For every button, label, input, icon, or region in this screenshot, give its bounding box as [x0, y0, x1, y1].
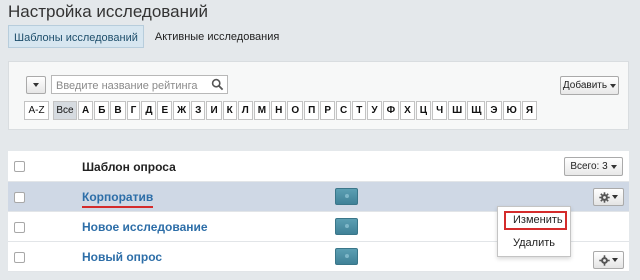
letter-button[interactable]: Щ — [467, 101, 486, 120]
letter-button[interactable]: Г — [126, 101, 141, 120]
letter-button[interactable]: П — [304, 101, 320, 120]
survey-name-link[interactable]: Корпоратив — [82, 190, 154, 208]
letter-button[interactable]: Ж — [173, 101, 191, 120]
search-input[interactable] — [52, 77, 207, 95]
row-action-button[interactable] — [335, 248, 358, 265]
letter-button[interactable]: Я — [521, 101, 538, 120]
row-settings-button[interactable] — [593, 251, 624, 269]
letter-button[interactable]: Ц — [415, 101, 432, 120]
chevron-down-icon — [610, 164, 617, 169]
letter-button[interactable]: С — [335, 101, 352, 120]
filter-dropdown-button[interactable] — [26, 76, 46, 94]
filter-panel: Добавить A-ZВсеАБВГДЕЖЗИКЛМНОПРСТУФХЦЧШЩ… — [8, 61, 629, 130]
menu-item-delete[interactable]: Удалить — [513, 237, 555, 249]
chevron-down-icon — [610, 83, 617, 88]
letter-all-button[interactable]: Все — [53, 101, 77, 120]
letter-button[interactable]: О — [287, 101, 304, 120]
chevron-down-icon — [612, 258, 618, 262]
letter-button[interactable]: В — [110, 101, 126, 120]
letter-button[interactable]: Ю — [502, 101, 521, 120]
letter-button[interactable]: К — [222, 101, 237, 120]
letter-button[interactable]: Е — [157, 101, 173, 120]
letter-button[interactable]: Х — [400, 101, 415, 120]
row-checkbox[interactable] — [14, 222, 25, 233]
total-count-label: Всего: 3 — [570, 161, 608, 172]
survey-name-link[interactable]: Новое исследование — [82, 220, 208, 234]
letter-button[interactable]: Ш — [448, 101, 467, 120]
table-header-row: Шаблон опроса Всего: 3 — [8, 151, 629, 182]
chevron-down-icon — [33, 83, 39, 87]
tab-templates[interactable]: Шаблоны исследований — [8, 25, 144, 48]
chevron-down-icon — [612, 195, 618, 199]
gear-icon — [599, 254, 610, 266]
row-action-button[interactable] — [335, 218, 358, 235]
sort-az-button[interactable]: A-Z — [24, 101, 49, 120]
letter-button[interactable]: Б — [94, 101, 110, 120]
letter-button[interactable]: М — [253, 101, 271, 120]
letter-button[interactable]: Ф — [382, 101, 400, 120]
letter-button[interactable]: Л — [237, 101, 253, 120]
page-title: Настройка исследований — [8, 2, 208, 21]
alphabet-filter: A-Z Все А Б В Г Д Е Ж З И К Л М Н О П Р С Т У Ф Х Ц Ч Ш Щ Э Ю Я — [24, 101, 538, 120]
add-button-label: Добавить — [562, 80, 608, 91]
letter-button[interactable]: Д — [141, 101, 157, 120]
row-action-button[interactable] — [335, 188, 358, 205]
row-settings-button[interactable] — [593, 188, 624, 206]
menu-item-edit[interactable]: Изменить — [504, 211, 567, 230]
gear-icon — [599, 191, 610, 203]
row-checkbox[interactable] — [14, 252, 25, 263]
letter-button[interactable]: Ч — [432, 101, 448, 120]
tab-bar: Шаблоны исследований Активные исследован… — [8, 25, 284, 48]
total-count-button[interactable]: Всего: 3 — [564, 157, 623, 176]
letter-button[interactable]: Т — [352, 101, 367, 120]
search-icon[interactable] — [211, 78, 224, 91]
survey-name-link[interactable]: Новый опрос — [82, 250, 162, 264]
row-checkbox[interactable] — [14, 192, 25, 203]
letter-button[interactable]: Н — [271, 101, 287, 120]
letter-button[interactable]: И — [206, 101, 222, 120]
dot-icon — [345, 224, 349, 228]
letter-button[interactable]: З — [191, 101, 206, 120]
dot-icon — [345, 254, 349, 258]
letter-button[interactable]: Э — [486, 101, 502, 120]
search-box — [51, 75, 228, 95]
letter-button[interactable]: Р — [320, 101, 335, 120]
row-context-menu: Изменить Удалить — [497, 206, 571, 257]
column-header-template: Шаблон опроса — [82, 160, 176, 174]
tab-active-studies[interactable]: Активные исследования — [150, 25, 284, 48]
letter-button[interactable]: У — [367, 101, 382, 120]
letter-button[interactable]: А — [78, 101, 94, 120]
add-button[interactable]: Добавить — [560, 76, 619, 95]
dot-icon — [345, 194, 349, 198]
select-all-checkbox[interactable] — [14, 161, 25, 172]
